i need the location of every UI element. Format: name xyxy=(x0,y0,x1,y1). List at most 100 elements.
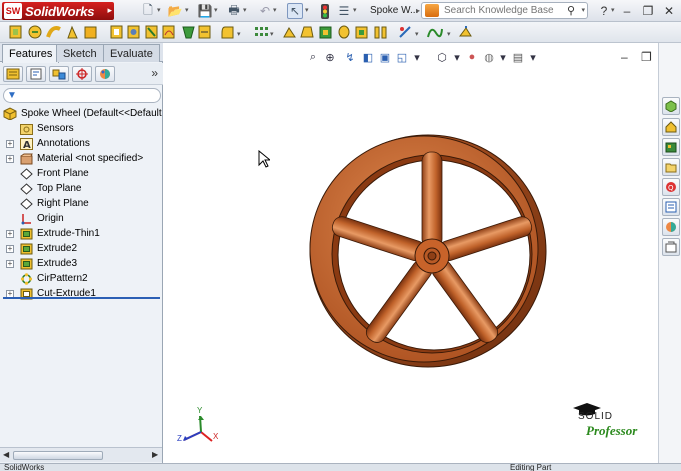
expand-icon[interactable]: + xyxy=(6,259,14,268)
shell-icon xyxy=(319,26,332,39)
tree-filter[interactable]: ▼ xyxy=(3,88,161,103)
tree-item-top-plane[interactable]: Top Plane xyxy=(0,181,163,196)
tree-item-origin[interactable]: Origin xyxy=(0,211,163,226)
search-source-icon[interactable] xyxy=(425,4,439,17)
new-document-icon[interactable]: 🗋 xyxy=(140,3,156,19)
search-dropdown-icon[interactable]: ▾ xyxy=(581,6,585,14)
view-orientation-dropdown-icon[interactable]: ▾ xyxy=(410,50,424,64)
file-explorer-icon[interactable] xyxy=(662,158,680,176)
horizontal-scrollbar[interactable]: ◀ ▶ xyxy=(0,447,162,462)
scene-dropdown-icon[interactable]: ▾ xyxy=(496,50,510,64)
search-results-icon[interactable]: Q xyxy=(662,178,680,196)
appearances-scenes-icon[interactable] xyxy=(662,218,680,236)
display-style-dropdown-icon[interactable]: ▾ xyxy=(450,50,464,64)
svg-text:▾: ▾ xyxy=(447,30,451,38)
rollback-bar[interactable] xyxy=(3,297,160,299)
print-dropdown-icon[interactable]: ▾ xyxy=(243,6,247,14)
restore-button[interactable]: ❐ xyxy=(640,3,656,18)
section-view-icon[interactable]: ◧ xyxy=(361,50,375,64)
select-pointer-icon[interactable]: ↖ xyxy=(287,3,303,19)
open-dropdown-icon[interactable]: ▾ xyxy=(185,6,189,14)
save-icon[interactable]: 💾 xyxy=(197,3,213,19)
scroll-thumb[interactable] xyxy=(13,451,103,460)
print-icon[interactable]: 🖶 xyxy=(226,3,242,19)
tree-item-sensors[interactable]: Sensors xyxy=(0,121,163,136)
tree-item-extrude-thin1[interactable]: + Extrude-Thin1 xyxy=(0,226,163,241)
design-library-icon[interactable] xyxy=(662,138,680,156)
tab-features[interactable]: Features xyxy=(2,44,60,63)
options-dropdown-icon[interactable]: ▾ xyxy=(353,6,357,14)
tree-item-label: CirPattern2 xyxy=(37,273,88,284)
tree-item-front-plane[interactable]: Front Plane xyxy=(0,166,163,181)
dynamic-annotation-views-icon[interactable]: ▣ xyxy=(378,50,392,64)
tree-item-label: Extrude-Thin1 xyxy=(37,228,100,239)
property-manager-icon[interactable] xyxy=(26,66,46,82)
help-dropdown-icon[interactable]: ▾ xyxy=(611,6,615,14)
view-orientation-icon[interactable]: ◱ xyxy=(395,50,409,64)
help-icon[interactable]: ? xyxy=(596,3,612,18)
tab-sketch[interactable]: Sketch xyxy=(56,44,104,62)
display-manager-icon[interactable] xyxy=(95,66,115,82)
rebuild-traffic-light-icon[interactable] xyxy=(317,3,333,19)
expand-icon[interactable]: + xyxy=(6,154,14,163)
curves-icon xyxy=(427,28,443,38)
previous-view-icon[interactable]: ↯ xyxy=(343,50,357,64)
appearance-icon[interactable]: ● xyxy=(465,50,479,64)
view-palette-icon[interactable] xyxy=(662,198,680,216)
configuration-manager-icon[interactable] xyxy=(49,66,69,82)
curves-dropdown-icon: ▾ xyxy=(447,30,451,38)
tree-item-extrude2[interactable]: + Extrude2 xyxy=(0,241,163,256)
tree-item-extrude3[interactable]: + Extrude3 xyxy=(0,256,163,271)
undo-icon[interactable]: ↶ xyxy=(257,3,273,19)
solidworks-resources-icon[interactable] xyxy=(662,97,680,115)
tab-evaluate[interactable]: Evaluate xyxy=(103,44,160,62)
tree-item-right-plane[interactable]: Right Plane xyxy=(0,196,163,211)
search-input[interactable] xyxy=(444,5,562,16)
custom-properties-icon[interactable] xyxy=(662,238,680,256)
zoom-to-fit-icon[interactable]: ⌕ xyxy=(306,50,320,64)
view-settings-dropdown-icon[interactable]: ▾ xyxy=(526,50,540,64)
watermark-top-text: SOLID xyxy=(578,411,614,422)
new-dropdown-icon[interactable]: ▾ xyxy=(157,6,161,14)
home-icon[interactable] xyxy=(662,118,680,136)
tree-item-label: Extrude3 xyxy=(37,258,78,269)
undo-dropdown-icon[interactable]: ▾ xyxy=(273,6,277,14)
filter-funnel-icon: ▼ xyxy=(7,90,17,101)
document-title-arrow-icon[interactable]: ▸ xyxy=(416,6,420,15)
viewport-minimize-button[interactable]: – xyxy=(621,50,628,64)
scroll-right-icon[interactable]: ▶ xyxy=(152,450,158,459)
zoom-to-area-icon[interactable]: ⊕ xyxy=(323,50,337,64)
reference-geometry-icon xyxy=(399,26,411,38)
options-icon[interactable]: ☰ xyxy=(336,3,352,19)
open-folder-icon[interactable]: 📂 xyxy=(167,3,183,19)
search-box[interactable]: ⚲ ▾ xyxy=(421,2,588,19)
graphics-area[interactable] xyxy=(164,43,658,463)
scroll-left-icon[interactable]: ◀ xyxy=(3,450,9,459)
minimize-button[interactable]: – xyxy=(619,3,635,18)
save-dropdown-icon[interactable]: ▾ xyxy=(214,6,218,14)
view-settings-icon[interactable]: ▤ xyxy=(511,50,525,64)
more-tabs-icon[interactable]: » xyxy=(151,66,158,80)
scene-icon[interactable]: ◍ xyxy=(482,50,496,64)
viewport-restore-button[interactable]: ❐ xyxy=(641,50,652,64)
expand-icon[interactable]: + xyxy=(6,229,14,238)
dimxpert-icon[interactable] xyxy=(72,66,92,82)
tree-item-label: Annotations xyxy=(37,138,90,149)
feature-tree-icon[interactable] xyxy=(3,66,23,82)
plane-icon xyxy=(19,197,33,210)
select-dropdown-icon[interactable]: ▾ xyxy=(305,6,309,14)
close-button[interactable]: ✕ xyxy=(661,3,677,18)
swept-cut-icon xyxy=(162,25,175,39)
tree-item-material[interactable]: + Material <not specified> xyxy=(0,151,163,166)
tree-item-part[interactable]: Spoke Wheel (Default<<Default xyxy=(0,106,163,121)
solidworks-logo-icon: SW xyxy=(4,3,22,19)
tree-item-annotations[interactable]: + A Annotations xyxy=(0,136,163,151)
expand-icon[interactable]: + xyxy=(6,244,14,253)
tree-item-cirpattern2[interactable]: CirPattern2 xyxy=(0,271,163,286)
solidworks-window: SW SolidWorks ▸ 🗋 ▾ 📂 ▾ 💾 ▾ 🖶 ▾ ↶ ▾ ↖ ▾ … xyxy=(0,0,681,471)
search-icon[interactable]: ⚲ xyxy=(567,4,575,17)
revolved-cut-icon xyxy=(145,25,158,39)
solidworks-menu-button[interactable]: SW SolidWorks ▸ xyxy=(2,2,114,20)
expand-icon[interactable]: + xyxy=(6,139,14,148)
display-style-icon[interactable]: ⬡ xyxy=(435,50,449,64)
